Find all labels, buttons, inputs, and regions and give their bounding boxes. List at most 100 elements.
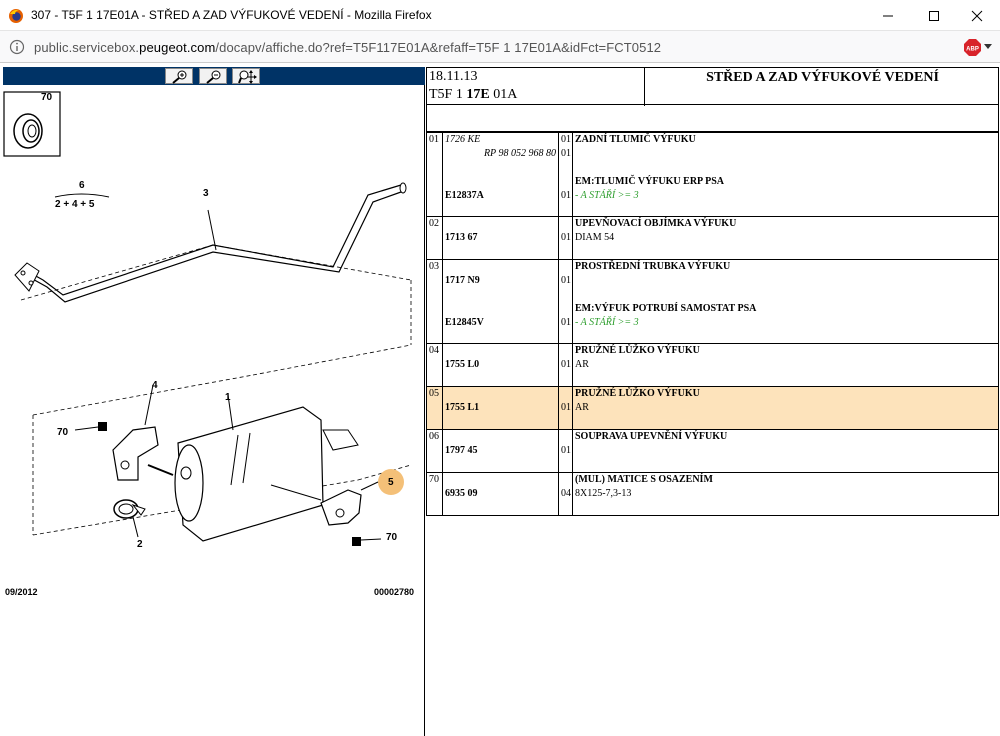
part-reference[interactable]: E12837A [445, 190, 484, 202]
item-number-cell: 02 [426, 216, 443, 260]
part-reference[interactable]: RP 98 052 968 80 [484, 148, 556, 160]
window-title: 307 - T5F 1 17E01A - STŘED A ZAD VÝFUKOV… [31, 8, 432, 22]
reference-cell: 1797 45 [442, 429, 559, 473]
adblock-plus-icon[interactable]: ABP [964, 39, 981, 56]
page-title: STŘED A ZAD VÝFUKOVÉ VEDENÍ [706, 70, 939, 85]
part-description: PRUŽNÉ LŮŽKO VÝFUKU [575, 345, 700, 356]
callout-4: 4 [152, 380, 158, 391]
part-quantity: 01 [561, 148, 571, 159]
item-number-cell: 06 [426, 429, 443, 473]
maximize-button[interactable] [911, 0, 957, 31]
description-cell: SOUPRAVA UPEVNĚNÍ VÝFUKU [572, 429, 999, 473]
part-description: - A STÁŘÍ >= 3 [575, 190, 639, 201]
diagram-pane: 70 6 2 + 4 + 5 3 4 70 1 5 2 70 09/2012 0… [3, 67, 425, 736]
description-cell: PRUŽNÉ LŮŽKO VÝFUKU AR [572, 386, 999, 430]
exhaust-diagram: 70 6 2 + 4 + 5 3 4 70 1 5 2 70 09/2012 0… [3, 85, 425, 615]
part-description: DIAM 54 [575, 232, 615, 243]
table-row[interactable]: 02 1713 67 01 UPEVŇOVACÍ OBJÍMKA VÝFUKU DIAM… [426, 216, 999, 260]
table-row[interactable]: 70 6935 09 04 (MUL) MATICE S OSAZENÍM 8X125-… [426, 472, 999, 516]
zoom-out-icon [206, 70, 221, 84]
table-row[interactable]: 06 1797 45 01 SOUPRAVA UPEVNĚNÍ VÝFUKU [426, 429, 999, 473]
description-cell: PROSTŘEDNÍ TRUBKA VÝFUKU EM:VÝFUK POTRUBÍ… [572, 259, 999, 344]
part-description: AR [575, 402, 589, 413]
header-date: 18.11.13 [429, 69, 478, 84]
parts-drawing [14, 182, 412, 546]
part-quantity: 01 [561, 445, 571, 456]
reference-cell: 1713 67 [442, 216, 559, 260]
part-description: (MUL) MATICE S OSAZENÍM [575, 474, 713, 485]
zoom-in-icon [172, 70, 187, 84]
info-icon[interactable] [9, 39, 25, 55]
callout-2: 2 [137, 539, 143, 550]
parts-table: 01 1726 KE RP 98 052 968 80 E12837A 01 01 01 ZA… [426, 132, 999, 516]
part-quantity: 04 [561, 488, 571, 499]
table-row[interactable]: 04 1755 L0 01 PRUŽNÉ LŮŽKO VÝFUKU AR [426, 343, 999, 387]
part-reference[interactable]: 6935 09 [445, 488, 478, 500]
reference-cell: 1755 L0 [442, 343, 559, 387]
part-description: AR [575, 359, 589, 370]
diagram-date: 09/2012 [5, 587, 38, 597]
description-cell: (MUL) MATICE S OSAZENÍM 8X125-7,3-13 [572, 472, 999, 516]
window-titlebar: 307 - T5F 1 17E01A - STŘED A ZAD VÝFUKOV… [0, 0, 1000, 31]
part-reference[interactable]: 1726 KE [445, 134, 480, 146]
close-icon [971, 10, 983, 22]
maximize-icon [929, 11, 939, 21]
item-number-cell: 04 [426, 343, 443, 387]
callout-1: 1 [225, 392, 231, 403]
item-number-cell: 01 [426, 132, 443, 217]
zoom-pan-icon [238, 70, 257, 84]
part-quantity: 01 [561, 317, 571, 328]
item-number: 04 [429, 345, 439, 356]
part-reference[interactable]: 1755 L0 [445, 359, 479, 371]
table-row[interactable]: 03 1717 N9 E12845V 01 01 PROSTŘEDNÍ TRUBKA VÝ… [426, 259, 999, 344]
part-description: PROSTŘEDNÍ TRUBKA VÝFUKU [575, 261, 731, 272]
zoom-toolbar [3, 67, 425, 85]
zoom-out-button[interactable] [199, 68, 227, 84]
table-row[interactable]: 05 1755 L1 01 PRUŽNÉ LŮŽKO VÝFUKU AR [426, 386, 999, 430]
part-description: - A STÁŘÍ >= 3 [575, 317, 639, 328]
close-button[interactable] [954, 0, 1000, 31]
callout-3: 3 [203, 188, 209, 199]
table-row[interactable]: 01 1726 KE RP 98 052 968 80 E12837A 01 01 01 ZA… [426, 132, 999, 217]
reference-cell: 1726 KE RP 98 052 968 80 E12837A [442, 132, 559, 217]
part-description: SOUPRAVA UPEVNĚNÍ VÝFUKU [575, 431, 728, 442]
item-number-cell: 03 [426, 259, 443, 344]
part-description: PRUŽNÉ LŮŽKO VÝFUKU [575, 388, 700, 399]
quantity-cell: 01 [558, 386, 573, 430]
parts-header: 18.11.13 T5F 1 17E 01A STŘED A ZAD VÝFUK… [426, 67, 999, 106]
callout-5[interactable]: 5 [388, 477, 394, 488]
callout-70-b: 70 [386, 532, 398, 543]
part-description: 8X125-7,3-13 [575, 488, 632, 499]
header-spacer [426, 105, 999, 132]
item-number: 02 [429, 218, 439, 229]
url-text[interactable]: public.servicebox.peugeot.com/docapv/aff… [34, 40, 661, 55]
part-reference[interactable]: E12845V [445, 317, 484, 329]
quantity-cell: 01 [558, 429, 573, 473]
reference-cell: 1717 N9 E12845V [442, 259, 559, 344]
part-description: UPEVŇOVACÍ OBJÍMKA VÝFUKU [575, 218, 737, 229]
item-number: 06 [429, 431, 439, 442]
part-quantity: 01 [561, 359, 571, 370]
description-cell: UPEVŇOVACÍ OBJÍMKA VÝFUKU DIAM 54 [572, 216, 999, 260]
part-reference[interactable]: 1713 67 [445, 232, 478, 244]
item-number-cell: 70 [426, 472, 443, 516]
part-quantity: 01 [561, 232, 571, 243]
part-description: EM:VÝFUK POTRUBÍ SAMOSTAT PSA [575, 303, 757, 314]
part-quantity: 01 [561, 402, 571, 413]
pan-button[interactable] [232, 68, 260, 84]
reference-cell: 6935 09 [442, 472, 559, 516]
part-reference[interactable]: 1755 L1 [445, 402, 479, 414]
part-quantity: 01 [561, 134, 571, 145]
item-number: 03 [429, 261, 439, 272]
header-code: T5F 1 17E 01A [429, 87, 518, 102]
callout-70-a: 70 [57, 427, 69, 438]
minimize-button[interactable] [865, 0, 911, 31]
quantity-cell: 01 01 [558, 259, 573, 344]
quantity-cell: 01 01 01 [558, 132, 573, 217]
part-reference[interactable]: 1717 N9 [445, 275, 480, 287]
svg-text:ABP: ABP [966, 47, 979, 53]
part-reference[interactable]: 1797 45 [445, 445, 478, 457]
address-bar[interactable]: public.servicebox.peugeot.com/docapv/aff… [0, 31, 1000, 63]
zoom-in-button[interactable] [165, 68, 193, 84]
chevron-down-icon[interactable] [984, 44, 992, 50]
